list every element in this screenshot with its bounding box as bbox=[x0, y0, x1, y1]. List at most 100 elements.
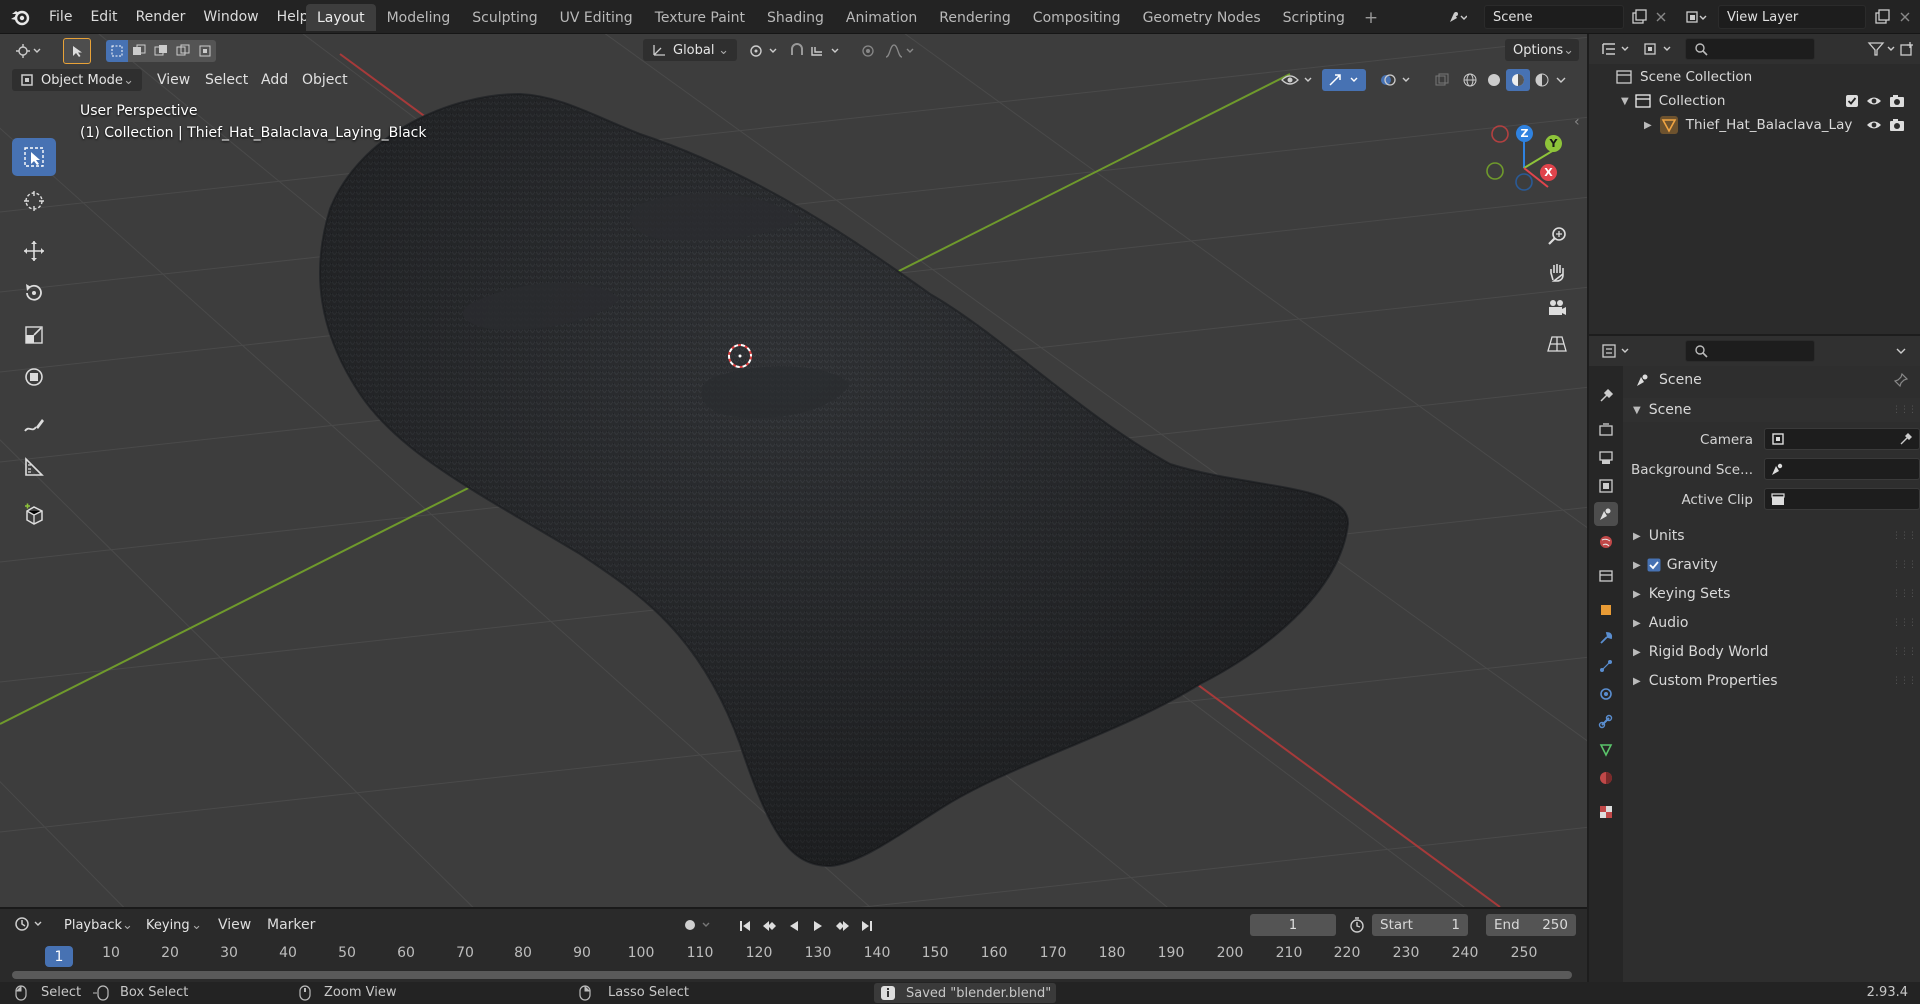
auto-keying-icon[interactable] bbox=[680, 914, 716, 936]
select-invert-icon[interactable] bbox=[172, 40, 194, 62]
gravity-panel-header[interactable]: ▶ Gravity ⋮⋮⋮ bbox=[1623, 553, 1920, 577]
background-scene-field[interactable] bbox=[1764, 458, 1920, 480]
select-tool-icon[interactable] bbox=[63, 38, 91, 64]
active-clip-field[interactable] bbox=[1764, 488, 1920, 510]
tool-scale-icon[interactable] bbox=[12, 316, 56, 354]
timeline-menu-view[interactable]: View bbox=[218, 917, 251, 933]
xray-toggle-icon[interactable] bbox=[1430, 69, 1454, 91]
scene-panel-header[interactable]: ▼ Scene ⋮⋮⋮ bbox=[1623, 398, 1920, 422]
eyedropper-icon[interactable] bbox=[1899, 432, 1913, 446]
drag-handle-icon[interactable]: ⋮⋮⋮ bbox=[1892, 618, 1917, 628]
blender-logo-icon[interactable] bbox=[10, 7, 32, 27]
constraints-tab-icon[interactable] bbox=[1594, 710, 1618, 734]
viewport-menu-view[interactable]: View bbox=[157, 72, 190, 88]
exclude-checkbox-icon[interactable] bbox=[1845, 94, 1859, 108]
camera-field[interactable] bbox=[1764, 428, 1920, 450]
tool-transform-icon[interactable] bbox=[12, 358, 56, 396]
timeline-editor-type-icon[interactable] bbox=[12, 913, 48, 935]
menu-window[interactable]: Window bbox=[194, 9, 267, 25]
tool-select-box-icon[interactable] bbox=[12, 138, 56, 176]
new-scene-icon[interactable] bbox=[1627, 6, 1651, 28]
tool-tab-icon[interactable] bbox=[1594, 384, 1618, 408]
current-frame-field[interactable]: 1 bbox=[1250, 914, 1336, 936]
keying-menu[interactable]: Keying ⌄ bbox=[138, 914, 210, 936]
rigid-body-world-panel-header[interactable]: ▶ Rigid Body World ⋮⋮⋮ bbox=[1623, 640, 1920, 664]
3d-viewport[interactable]: Z Y X Global ⌄ Options ⌄ Object Mode ⌄ V… bbox=[0, 34, 1587, 907]
eye-icon[interactable] bbox=[1866, 118, 1882, 132]
drag-handle-icon[interactable]: ⋮⋮⋮ bbox=[1892, 676, 1917, 686]
outliner-row-scene-collection[interactable]: Scene Collection bbox=[1589, 65, 1920, 89]
frame-ruler[interactable]: 1 10 20 30 40 50 60 70 80 90 100 110 120… bbox=[0, 945, 1587, 967]
texture-tab-icon[interactable] bbox=[1594, 800, 1618, 824]
outliner-row-object[interactable]: ▶ Thief_Hat_Balaclava_Lay bbox=[1589, 113, 1920, 137]
select-extend-icon[interactable] bbox=[128, 40, 150, 62]
viewport-menu-select[interactable]: Select bbox=[205, 72, 248, 88]
playback-menu[interactable]: Playback ⌄ bbox=[56, 914, 138, 936]
playhead-frame-indicator[interactable]: 1 bbox=[45, 946, 73, 967]
tool-move-icon[interactable] bbox=[12, 232, 56, 270]
viewport-menu-add[interactable]: Add bbox=[261, 72, 288, 88]
shading-options-icon[interactable] bbox=[1554, 69, 1568, 91]
particles-tab-icon[interactable] bbox=[1594, 654, 1618, 678]
status-report-message[interactable]: Saved "blender.blend" bbox=[874, 983, 1056, 1003]
modifier-tab-icon[interactable] bbox=[1594, 626, 1618, 650]
tab-sculpting[interactable]: Sculpting bbox=[461, 4, 548, 31]
keying-sets-panel-header[interactable]: ▶ Keying Sets ⋮⋮⋮ bbox=[1623, 582, 1920, 606]
tool-annotate-icon[interactable] bbox=[12, 406, 56, 444]
custom-properties-panel-header[interactable]: ▶ Custom Properties ⋮⋮⋮ bbox=[1623, 669, 1920, 693]
add-workspace-icon[interactable]: + bbox=[1356, 4, 1386, 31]
object-mode-dropdown[interactable]: Object Mode ⌄ bbox=[12, 69, 142, 91]
world-tab-icon[interactable] bbox=[1594, 530, 1618, 554]
material-preview-shading-icon[interactable] bbox=[1506, 69, 1530, 91]
sidebar-collapse-arrow-icon[interactable]: ‹ bbox=[1574, 114, 1586, 134]
camera-render-icon[interactable] bbox=[1889, 118, 1905, 132]
tab-compositing[interactable]: Compositing bbox=[1022, 4, 1132, 31]
properties-options-icon[interactable] bbox=[1889, 340, 1913, 362]
menu-render[interactable]: Render bbox=[127, 9, 195, 25]
data-tab-icon[interactable] bbox=[1594, 738, 1618, 762]
visibility-filter-icon[interactable] bbox=[1278, 69, 1318, 91]
jump-to-keyframe-next-icon[interactable] bbox=[832, 915, 854, 937]
scene-tab-icon[interactable] bbox=[1594, 502, 1618, 526]
properties-search-input[interactable] bbox=[1685, 340, 1815, 362]
camera-view-icon[interactable] bbox=[1541, 292, 1573, 324]
scene-selector-icon[interactable] bbox=[1445, 6, 1469, 28]
view-layer-selector-icon[interactable] bbox=[1684, 6, 1708, 28]
proportional-editing-icon[interactable] bbox=[856, 40, 880, 62]
use-preview-range-icon[interactable] bbox=[1345, 914, 1369, 936]
gizmo-x-label[interactable]: X bbox=[1540, 164, 1557, 181]
show-overlays-icon[interactable] bbox=[1374, 69, 1418, 91]
rendered-shading-icon[interactable] bbox=[1530, 69, 1554, 91]
tab-animation[interactable]: Animation bbox=[835, 4, 928, 31]
delete-view-layer-icon[interactable] bbox=[1893, 6, 1917, 28]
drag-handle-icon[interactable]: ⋮⋮⋮ bbox=[1892, 589, 1917, 599]
drag-handle-icon[interactable]: ⋮⋮⋮ bbox=[1892, 647, 1917, 657]
collection-tab-icon[interactable] bbox=[1594, 564, 1618, 588]
new-collection-icon[interactable] bbox=[1895, 38, 1919, 60]
tool-add-cube-icon[interactable] bbox=[12, 496, 56, 534]
options-dropdown[interactable]: Options ⌄ bbox=[1505, 39, 1579, 61]
object-tab-icon[interactable] bbox=[1594, 598, 1618, 622]
outliner-row-collection[interactable]: ▼ Collection bbox=[1589, 89, 1920, 113]
physics-tab-icon[interactable] bbox=[1594, 682, 1618, 706]
wireframe-shading-icon[interactable] bbox=[1458, 69, 1482, 91]
tab-texture-paint[interactable]: Texture Paint bbox=[644, 4, 756, 31]
tab-rendering[interactable]: Rendering bbox=[928, 4, 1022, 31]
pin-icon[interactable] bbox=[1894, 373, 1908, 387]
gizmo-z-label[interactable]: Z bbox=[1516, 125, 1533, 142]
display-mode-icon[interactable] bbox=[1641, 38, 1677, 60]
tool-rotate-icon[interactable] bbox=[12, 274, 56, 312]
new-view-layer-icon[interactable] bbox=[1870, 6, 1894, 28]
units-panel-header[interactable]: ▶ Units ⋮⋮⋮ bbox=[1623, 524, 1920, 548]
tab-modeling[interactable]: Modeling bbox=[376, 4, 462, 31]
timeline-scrollbar[interactable] bbox=[12, 971, 1572, 979]
material-tab-icon[interactable] bbox=[1594, 766, 1618, 790]
snap-icon[interactable] bbox=[787, 40, 845, 62]
outliner-editor-type-icon[interactable] bbox=[1599, 38, 1635, 60]
output-tab-icon[interactable] bbox=[1594, 446, 1618, 470]
tab-geometry-nodes[interactable]: Geometry Nodes bbox=[1132, 4, 1272, 31]
gravity-checkbox[interactable] bbox=[1647, 558, 1661, 572]
render-tab-icon[interactable] bbox=[1594, 418, 1618, 442]
toggle-perspective-icon[interactable] bbox=[1541, 328, 1573, 360]
pivot-point-icon[interactable] bbox=[745, 40, 781, 62]
